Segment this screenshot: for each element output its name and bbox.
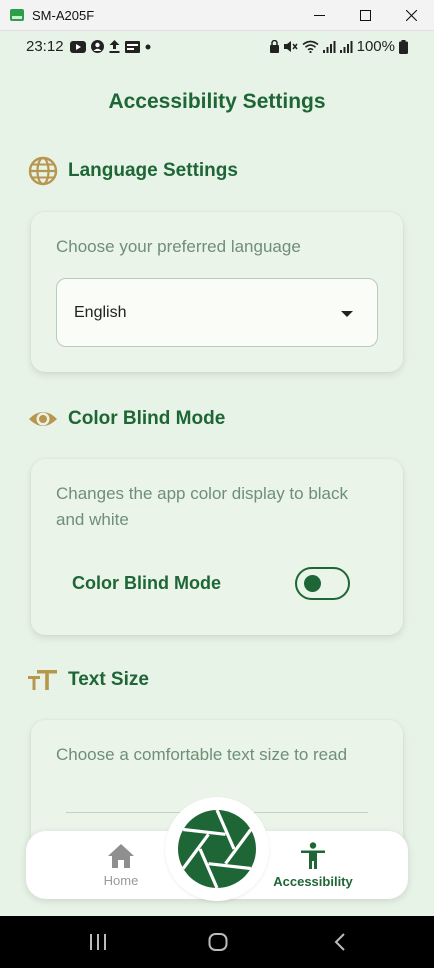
colorblind-section-header: Color Blind Mode [28,405,225,433]
home-icon [108,843,134,868]
textsize-description: Choose a comfortable text size to read [56,745,348,764]
window-title-bar: SM-A205F [0,0,434,31]
language-description: Choose your preferred language [56,237,301,256]
page-title: Accessibility Settings [108,90,326,113]
upload-icon [109,40,120,53]
account-icon [90,40,104,53]
nav-home[interactable]: Home [88,831,154,899]
back-chevron-icon [334,933,345,951]
wifi-icon [302,40,319,53]
minimize-button[interactable] [296,0,342,31]
toggle-knob [304,575,321,592]
nav-accessibility[interactable]: Accessibility [258,831,368,899]
text-size-icon [28,670,57,690]
colorblind-toggle-switch[interactable] [295,567,350,600]
back-button[interactable] [310,916,370,968]
status-bar: 23:12 100% [0,31,434,62]
camera-fab-button[interactable] [165,797,269,901]
colorblind-toggle-row: Color Blind Mode [72,567,350,600]
aperture-icon [178,809,256,889]
signal-icon-1 [322,41,336,53]
colorblind-card: Changes the app color display to black a… [31,459,403,635]
app-window-icon [10,9,24,21]
home-circle-icon [208,933,228,951]
mute-icon [283,41,298,52]
eye-icon [29,412,57,426]
textsize-section-header: Text Size [28,667,149,693]
dropdown-caret-icon [341,311,353,317]
language-card: Choose your preferred language English [31,212,403,372]
language-selected-value: English [74,303,127,321]
youtube-icon [69,40,86,53]
recent-apps-icon [90,934,106,950]
status-time: 23:12 [26,38,64,55]
home-system-button[interactable] [188,916,248,968]
colorblind-section-title: Color Blind Mode [68,408,226,429]
close-window-button[interactable] [388,0,434,31]
maximize-button[interactable] [342,0,388,31]
more-notifications-dot-icon [145,44,151,49]
signal-icon-2 [339,41,353,53]
lock-battery-saver-icon [269,40,279,53]
nav-accessibility-label: Accessibility [273,873,353,889]
nav-home-label: Home [103,872,139,888]
textsize-section-title: Text Size [68,669,149,690]
recent-apps-button[interactable] [68,916,128,968]
language-section-title: Language Settings [68,160,238,181]
battery-percent: 100% [356,38,395,55]
colorblind-toggle-label: Color Blind Mode [72,573,221,593]
system-navigation-bar [0,916,434,968]
colorblind-description: Changes the app color display to black a… [56,484,349,529]
language-section-header: Language Settings [28,156,238,186]
accessibility-icon [301,841,325,869]
app-notification-icon [124,40,140,53]
language-dropdown[interactable]: English [56,278,378,347]
window-title: SM-A205F [32,7,95,23]
battery-icon [399,39,408,54]
globe-icon [28,156,58,186]
